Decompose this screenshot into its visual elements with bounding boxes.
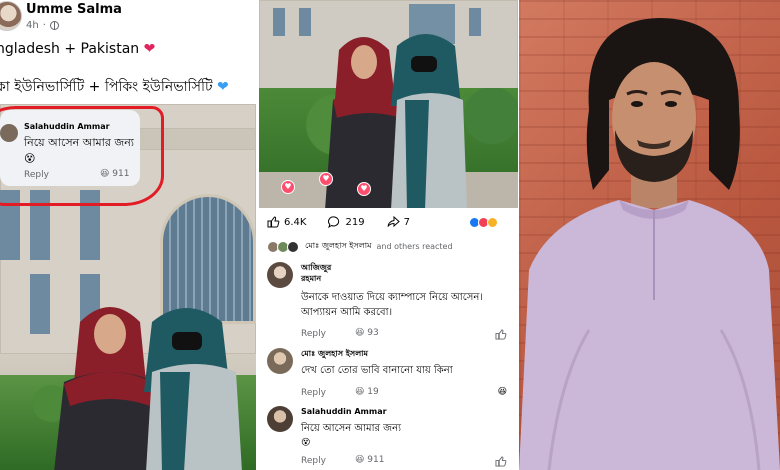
share-icon [387, 216, 400, 228]
haha-emoji: 😆 [355, 328, 365, 338]
window [469, 8, 481, 36]
post-stats-bar: 6.4K 219 7 [267, 216, 410, 228]
man-portrait [519, 18, 780, 470]
left-post-screenshot: Umme Salma 4h · ngladesh + Pakistan ❤ কা… [0, 0, 256, 470]
window [299, 8, 311, 36]
post-time[interactable]: 4h [26, 20, 39, 31]
two-women-figures [325, 34, 467, 208]
like-stat[interactable]: 6.4K [267, 216, 306, 228]
dot-separator: · [42, 20, 46, 31]
two-women-figures [54, 307, 242, 470]
commenter-name[interactable]: মোঃ জুলহাস ইসলাম [301, 348, 368, 359]
reply-link[interactable]: Reply [301, 456, 326, 466]
post-text-line1: ngladesh + Pakistan ❤ [0, 41, 155, 57]
commenter-avatar[interactable] [267, 406, 293, 432]
share-stat[interactable]: 7 [387, 216, 410, 228]
post-photo[interactable]: ♥ ♥ ♥ [259, 0, 518, 208]
reacted-by-row[interactable]: মোঃ জুলহাস ইসলাম and others reacted [267, 240, 453, 253]
post-header: Umme Salma 4h · [0, 0, 256, 40]
reactor-name: মোঃ জুলহাস ইসলাম [305, 241, 372, 250]
heart-reaction-bubble: ♥ [281, 180, 295, 194]
reaction-count: 93 [367, 328, 379, 338]
comment-text: দেখ তো তোর ভাবি বানানো যায় কিনা [301, 365, 453, 376]
haha-reaction-icon [487, 217, 498, 228]
reply-link[interactable]: Reply [301, 388, 326, 398]
reaction-summary[interactable] [469, 217, 498, 228]
post-author-name[interactable]: Umme Salma [26, 2, 122, 17]
comment-text: নিয়ে আসেন আমার জন্য 😵 [301, 421, 401, 451]
haha-emoji[interactable]: 😆 [498, 387, 507, 397]
haha-emoji: 😆 [355, 387, 365, 397]
comment-item: Salahuddin Ammar নিয়ে আসেন আমার জন্য 😵 … [267, 406, 513, 470]
comment-item: মোঃ জুলহাস ইসলাম দেখ তো তোর ভাবি বানানো … [267, 348, 513, 400]
comment-text: উনাকে দাওয়াত দিয়ে ক্যাম্পাসে নিয়ে আসে… [301, 292, 483, 318]
heart-reaction-bubble: ♥ [357, 182, 371, 196]
red-highlight-circle [0, 106, 164, 206]
like-icon[interactable] [495, 329, 507, 340]
like-icon[interactable] [495, 456, 507, 467]
mid-post-screenshot: ♥ ♥ ♥ 6.4K 219 7 মোঃ জুলহাস ইসলাম and ot… [259, 0, 518, 470]
commenter-name[interactable]: Salahuddin Ammar [301, 406, 387, 417]
commenter-avatar[interactable] [267, 262, 293, 288]
like-count: 6.4K [284, 216, 307, 228]
share-count: 7 [403, 216, 410, 228]
window [30, 274, 50, 334]
haha-emoji: 😆 [355, 455, 365, 465]
comment-reactions[interactable]: 😆 19 [355, 387, 379, 397]
comment-reactions[interactable]: 😆 93 [355, 328, 379, 338]
globe-icon [49, 21, 59, 30]
comment-stat[interactable]: 219 [328, 216, 365, 228]
reacted-suffix: and others reacted [376, 242, 453, 251]
window [273, 8, 285, 36]
commenter-name[interactable]: আজিজুর রহমান [301, 262, 331, 284]
reply-link[interactable]: Reply [301, 329, 326, 339]
heart-reaction-bubble: ♥ [319, 172, 333, 186]
reaction-count: 911 [367, 455, 385, 465]
comment-count: 219 [345, 216, 365, 228]
portrait-photo [519, 0, 780, 470]
reaction-count: 19 [367, 387, 379, 397]
post-meta: 4h · [26, 20, 59, 31]
post-text-line1-content: ngladesh + Pakistan [0, 41, 140, 57]
reactor-avatar [287, 240, 299, 253]
commenter-avatar[interactable] [267, 348, 293, 374]
dizzy-emoji: 😵 [301, 438, 311, 448]
comment-icon [328, 216, 340, 228]
post-text-line2: কা ইউনিভার্সিটি + পিকিং ইউনিভার্সিটি ❤ [0, 75, 229, 99]
post-text-line2-content: কা ইউনিভার্সিটি + পিকিং ইউনিভার্সিটি [0, 79, 213, 95]
heart-emoji: ❤ [143, 41, 156, 57]
comment-reactions[interactable]: 😆 911 [355, 455, 384, 465]
comment-item: আজিজুর রহমান উনাকে দাওয়াত দিয়ে ক্যাম্প… [267, 262, 513, 342]
blue-heart-emoji: ❤ [217, 79, 229, 95]
like-icon [267, 216, 280, 228]
author-avatar[interactable] [0, 1, 22, 31]
